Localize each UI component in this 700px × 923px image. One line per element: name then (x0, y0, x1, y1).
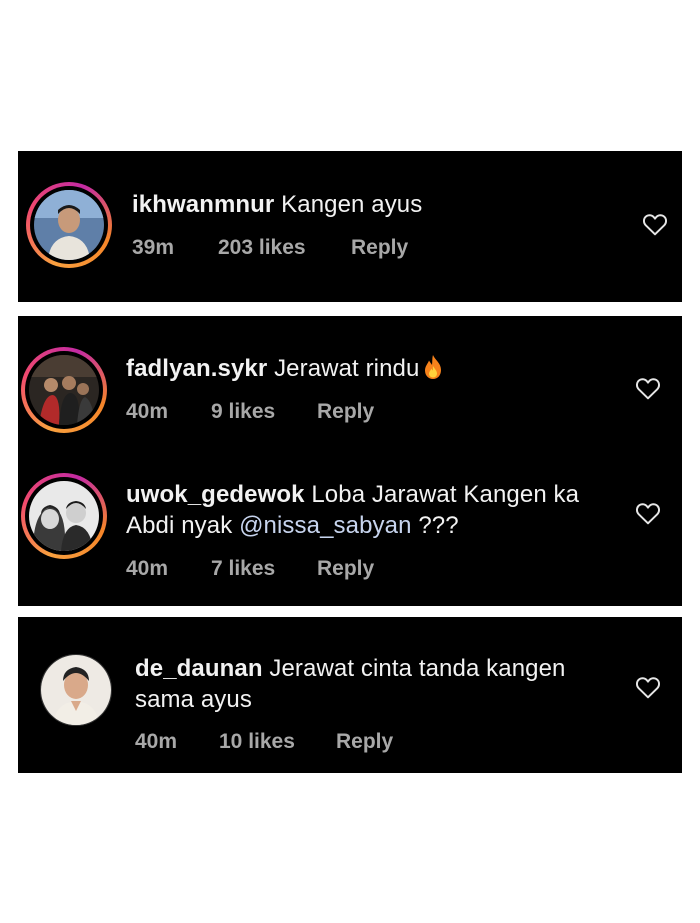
likes-count[interactable]: 203 likes (218, 236, 306, 260)
timestamp: 40m (126, 400, 169, 423)
avatar (29, 355, 99, 425)
story-ring[interactable] (21, 347, 107, 433)
heart-icon[interactable] (635, 675, 661, 699)
comment-item: ikhwanmnur Kangen ayus 39m 203 likes Rep… (18, 151, 682, 302)
fire-icon (425, 355, 442, 379)
comment-text: ikhwanmnur Kangen ayus (132, 189, 612, 220)
comment-panel-2: fadlyan.sykr Jerawat rindu 40m 9 likes R… (18, 316, 682, 606)
reply-button[interactable]: Reply (336, 730, 393, 754)
mention-link[interactable]: @nissa_sabyan (239, 512, 411, 539)
likes-count[interactable]: 10 likes (219, 730, 295, 754)
comment-item: fadlyan.sykr Jerawat rindu 40m 9 likes R… (18, 316, 682, 456)
profile-photo-group-icon (29, 355, 99, 425)
comment-panel-1: ikhwanmnur Kangen ayus 39m 203 likes Rep… (18, 151, 682, 302)
username[interactable]: uwok_gedewok (126, 481, 305, 508)
comment-body-suffix: ??? (418, 512, 459, 539)
reply-button[interactable]: Reply (317, 400, 374, 424)
username[interactable]: fadlyan.sykr (126, 355, 267, 382)
timestamp: 39m (132, 236, 175, 259)
timestamp: 40m (135, 730, 178, 753)
reply-button[interactable]: Reply (351, 236, 408, 260)
story-ring[interactable] (21, 473, 107, 559)
timestamp: 40m (126, 557, 169, 580)
comment-item: uwok_gedewok Loba Jarawat Kangen ka Abdi… (18, 456, 682, 606)
profile-photo-man-icon (41, 655, 111, 725)
heart-icon[interactable] (635, 501, 661, 525)
comment-text: fadlyan.sykr Jerawat rindu (126, 353, 606, 384)
profile-photo-couple-icon (29, 481, 99, 551)
comment-panel-3: de_daunan Jerawat cinta tanda kangen sam… (18, 617, 682, 773)
profile-photo-man-icon (34, 190, 104, 260)
comment-body: Jerawat rindu (274, 355, 420, 382)
comment-body: Kangen ayus (281, 191, 423, 218)
heart-icon[interactable] (642, 212, 668, 236)
story-ring[interactable] (26, 182, 112, 268)
likes-count[interactable]: 7 likes (211, 557, 275, 581)
comment-text: de_daunan Jerawat cinta tanda kangen sam… (135, 653, 605, 715)
heart-icon[interactable] (635, 376, 661, 400)
username[interactable]: ikhwanmnur (132, 191, 274, 218)
avatar[interactable] (40, 654, 112, 726)
avatar (29, 481, 99, 551)
reply-button[interactable]: Reply (317, 557, 374, 581)
likes-count[interactable]: 9 likes (211, 400, 275, 424)
comment-text: uwok_gedewok Loba Jarawat Kangen ka Abdi… (126, 479, 616, 541)
comment-item: de_daunan Jerawat cinta tanda kangen sam… (18, 617, 682, 773)
avatar (34, 190, 104, 260)
username[interactable]: de_daunan (135, 655, 263, 682)
